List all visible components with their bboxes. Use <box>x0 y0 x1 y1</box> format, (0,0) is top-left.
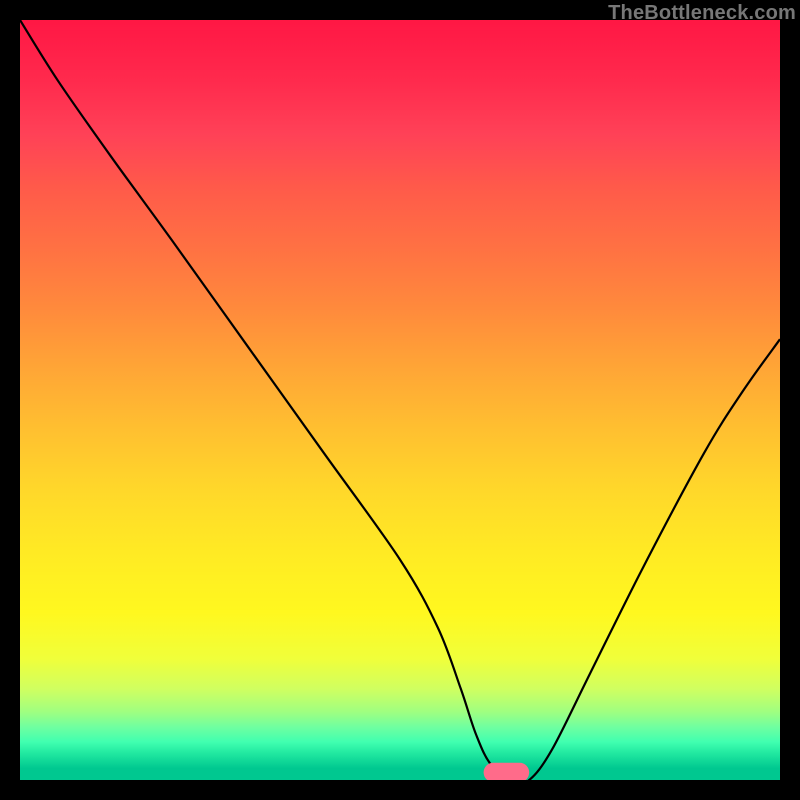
bottleneck-curve-line <box>20 20 780 780</box>
watermark-text: TheBottleneck.com <box>608 2 796 25</box>
plot-area <box>20 20 780 780</box>
chart-container: TheBottleneck.com <box>0 0 800 800</box>
bottleneck-chart-svg <box>20 20 780 780</box>
optimal-marker <box>484 763 530 780</box>
